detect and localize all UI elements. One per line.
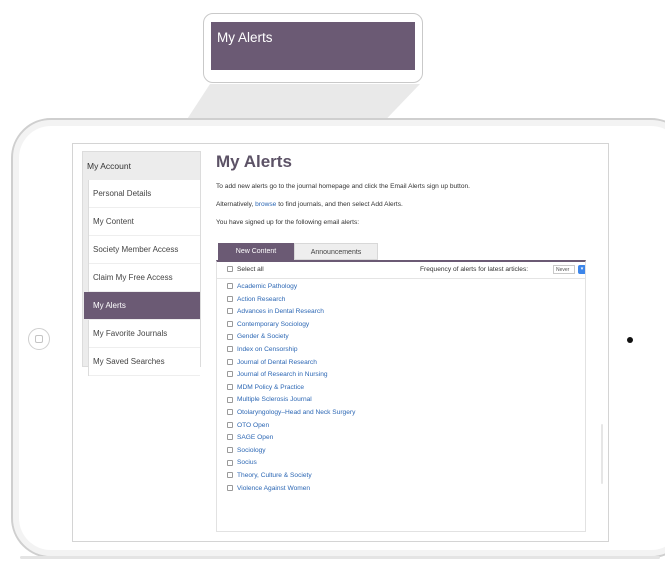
alerts-panel: Select all Frequency of alerts for lates…	[216, 260, 586, 532]
checkbox-icon	[227, 358, 233, 365]
journal-name: Index on Censorship	[237, 345, 298, 353]
intro-text-3: You have signed up for the following ema…	[216, 219, 360, 226]
checkbox-icon	[227, 472, 233, 479]
intro-text-2-before: Alternatively,	[216, 201, 256, 208]
journal-name: Advances in Dental Research	[237, 308, 324, 316]
journal-name: MDM Policy & Practice	[237, 383, 305, 391]
journal-name: Journal of Research in Nursing	[237, 371, 328, 379]
checkbox-icon	[227, 459, 233, 466]
sidebar-item-claim-free-access[interactable]: Claim My Free Access	[89, 264, 200, 292]
tab-announcements[interactable]: Announcements	[294, 243, 378, 260]
checkbox-icon	[227, 266, 233, 273]
checkbox-icon	[227, 371, 233, 378]
tablet-screen: My Account Personal Details My Content S…	[72, 143, 609, 542]
checkbox-icon	[227, 446, 233, 453]
journal-name: Violence Against Women	[237, 484, 311, 492]
frequency-label: Frequency of alerts for latest articles:	[420, 266, 529, 273]
journal-alert-checkbox[interactable]: Otolaryngology–Head and Neck Surgery	[227, 407, 585, 420]
journal-alert-checkbox[interactable]: Index on Censorship	[227, 344, 585, 357]
journal-name: Multiple Sclerosis Journal	[237, 396, 312, 404]
journal-alert-checkbox[interactable]: Advances in Dental Research	[227, 306, 585, 319]
intro-text-2: Alternatively, browse to find journals, …	[216, 199, 601, 211]
checkbox-icon	[227, 346, 233, 353]
checkbox-icon	[227, 295, 233, 302]
intro-text-1: To add new alerts go to the journal home…	[216, 183, 471, 190]
sidebar-list: Personal Details My Content Society Memb…	[84, 180, 200, 376]
journal-alert-checkbox[interactable]: Action Research	[227, 294, 585, 307]
alerts-panel-header: Select all Frequency of alerts for lates…	[217, 262, 585, 279]
journal-alert-checkbox[interactable]: Violence Against Women	[227, 483, 585, 496]
journal-name: Academic Pathology	[237, 283, 298, 290]
journal-name: SAGE Open	[237, 434, 274, 442]
checkbox-icon	[227, 384, 233, 390]
journal-name: OTO Open	[237, 421, 270, 429]
journal-alert-checkbox[interactable]: MDM Policy & Practice	[227, 382, 585, 395]
journal-alert-checkbox[interactable]: Journal of Research in Nursing	[227, 369, 585, 382]
checkbox-icon	[227, 396, 233, 403]
tab-new-content[interactable]: New Content	[218, 243, 294, 260]
select-all-label: Select all	[237, 266, 264, 273]
select-all-checkbox[interactable]: Select all	[227, 266, 264, 273]
browse-link[interactable]: browse	[255, 201, 276, 208]
home-button-icon	[35, 335, 43, 343]
tablet-bottom-edge	[20, 556, 660, 559]
journal-alert-checkbox[interactable]: Socius	[227, 457, 585, 470]
journal-alert-checkbox[interactable]: Multiple Sclerosis Journal	[227, 394, 585, 407]
sidebar-title: My Account	[87, 161, 131, 171]
journal-name: Theory, Culture & Society	[237, 471, 312, 479]
select-arrow-icon[interactable]: ▾	[578, 265, 585, 274]
checkbox-icon	[227, 321, 233, 328]
journal-name: Contemporary Sociology	[237, 320, 310, 328]
checkbox-icon	[227, 308, 233, 315]
checkbox-icon	[227, 434, 233, 441]
journal-name: Journal of Dental Research	[237, 358, 317, 366]
checkbox-icon	[227, 421, 233, 428]
intro-text-2-after: to find journals, and then select Add Al…	[276, 201, 403, 208]
sidebar-item-society-member-access[interactable]: Society Member Access	[89, 236, 200, 264]
journal-alert-checkbox[interactable]: Journal of Dental Research	[227, 357, 585, 370]
journal-list: Academic Pathology Action Research Advance…	[217, 279, 585, 495]
alert-tabs: New Content Announcements	[216, 243, 601, 260]
journal-name: Gender & Society	[237, 333, 289, 341]
checkbox-icon	[227, 484, 233, 491]
checkbox-icon	[227, 333, 233, 340]
journal-name: Socius	[237, 459, 257, 467]
camera-dot	[627, 337, 633, 343]
journal-alert-checkbox[interactable]: SAGE Open	[227, 432, 585, 445]
sidebar-item-favorite-journals[interactable]: My Favorite Journals	[89, 320, 200, 348]
journal-name: Sociology	[237, 446, 266, 454]
journal-alert-checkbox[interactable]: OTO Open	[227, 420, 585, 433]
journal-name: Action Research	[237, 295, 286, 303]
checkbox-icon	[227, 283, 233, 290]
callout-zoom-box: My Alerts	[203, 13, 423, 83]
callout-label: My Alerts	[217, 30, 273, 45]
frequency-select[interactable]: Never	[553, 265, 575, 274]
journal-alert-checkbox[interactable]: Academic Pathology	[227, 281, 585, 294]
main-content: My Alerts To add new alerts go to the jo…	[216, 151, 601, 532]
journal-alert-checkbox[interactable]: Sociology	[227, 445, 585, 458]
home-button[interactable]	[28, 328, 50, 350]
sidebar-item-my-alerts[interactable]: My Alerts	[84, 292, 200, 320]
journal-alert-checkbox[interactable]: Gender & Society	[227, 331, 585, 344]
journal-alert-checkbox[interactable]: Contemporary Sociology	[227, 319, 585, 332]
sidebar-item-saved-searches[interactable]: My Saved Searches	[89, 348, 200, 376]
account-sidebar: My Account Personal Details My Content S…	[82, 151, 201, 376]
sidebar-item-personal-details[interactable]: Personal Details	[89, 180, 200, 208]
scrollbar[interactable]	[601, 424, 603, 484]
sidebar-item-my-content[interactable]: My Content	[89, 208, 200, 236]
journal-name: Otolaryngology–Head and Neck Surgery	[237, 408, 356, 416]
journal-alert-checkbox[interactable]: Theory, Culture & Society	[227, 470, 585, 483]
page-title: My Alerts	[216, 152, 292, 171]
checkbox-icon	[227, 409, 233, 416]
